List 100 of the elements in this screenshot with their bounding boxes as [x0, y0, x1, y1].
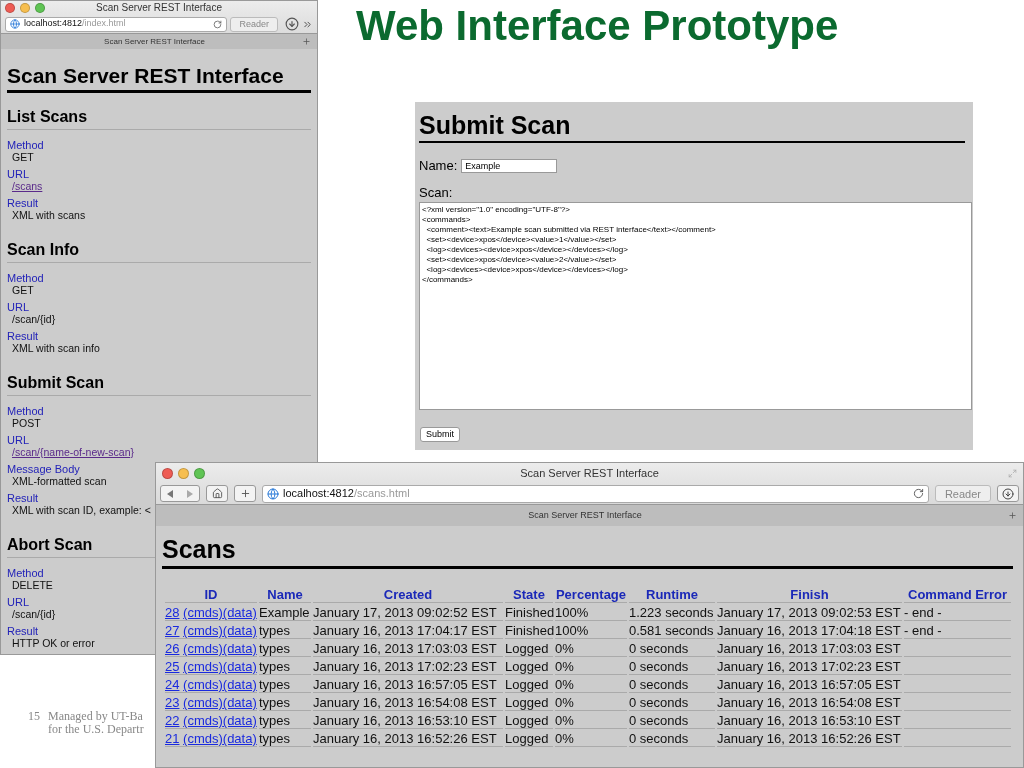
table-cell: Logged [505, 695, 553, 711]
table-cell: January 16, 2013 17:03:03 EST [313, 641, 503, 657]
window-control-icon[interactable] [178, 467, 189, 479]
table-cell: 0% [555, 695, 627, 711]
table-cell: Logged [505, 731, 553, 747]
reader-button[interactable]: Reader [934, 485, 991, 502]
field-value: /scan/{id} [12, 608, 56, 620]
column-header: Created [313, 587, 503, 603]
new-tab-icon[interactable] [1008, 511, 1017, 520]
download-button[interactable] [997, 485, 1019, 502]
url-link[interactable]: /scans [12, 180, 43, 192]
data-link[interactable]: (data) [222, 641, 257, 656]
reader-button[interactable]: Reader [230, 16, 278, 32]
cmds-link[interactable]: (cmds) [183, 659, 223, 674]
table-cell: types [259, 713, 311, 729]
section-heading: Submit Scan [7, 373, 311, 396]
data-link[interactable]: (data) [222, 731, 257, 746]
cmds-link[interactable]: (cmds) [183, 695, 223, 710]
column-header: ID [165, 587, 257, 603]
cmds-link[interactable]: (cmds) [183, 677, 223, 692]
section-heading: Scan Info [7, 240, 311, 263]
table-cell: 0 seconds [629, 641, 715, 657]
table-cell: 0 seconds [629, 731, 715, 747]
reload-icon[interactable] [912, 488, 924, 499]
forward-icon[interactable] [186, 489, 193, 498]
table-cell: types [259, 677, 311, 693]
scan-id-link[interactable]: 28 [165, 605, 180, 620]
scan-id-link[interactable]: 27 [165, 623, 180, 638]
table-cell: January 16, 2013 16:57:05 EST [717, 677, 902, 693]
column-header: Command Error [904, 587, 1011, 603]
window-title: Scan Server REST Interface [519, 466, 660, 481]
table-cell: 0 seconds [629, 659, 715, 675]
data-link[interactable]: (data) [222, 605, 257, 620]
column-header: Finish [717, 587, 902, 603]
window-control-icon[interactable] [194, 467, 205, 479]
table-cell: 0% [555, 713, 627, 729]
data-link[interactable]: (data) [222, 713, 257, 728]
scan-id-link[interactable]: 23 [165, 695, 180, 710]
scan-id-link[interactable]: 26 [165, 641, 180, 656]
table-cell: types [259, 731, 311, 747]
table-cell: types [259, 695, 311, 711]
field-label: Method [7, 139, 44, 151]
reload-icon[interactable] [213, 19, 223, 29]
download-icon[interactable] [285, 17, 299, 31]
column-header: Percentage [555, 587, 627, 603]
window-title: Scan Server REST Interface [95, 1, 223, 15]
column-header: Name [259, 587, 311, 603]
submit-button[interactable]: Submit [420, 427, 460, 442]
field-value: HTTP OK or error [12, 637, 95, 649]
field-label: Method [7, 405, 44, 417]
field-label: URL [7, 596, 29, 608]
address-field[interactable]: localhost:4812/scans.html [262, 484, 929, 503]
add-button[interactable] [234, 485, 256, 502]
field-value: XML with scan ID, example: < [12, 504, 151, 516]
table-cell: 0% [555, 641, 627, 657]
address-field[interactable]: localhost:4812/index.html [5, 16, 228, 32]
table-cell: January 16, 2013 16:52:26 EST [717, 731, 902, 747]
window-control-icon[interactable] [162, 467, 173, 479]
cmds-link[interactable]: (cmds) [183, 731, 223, 746]
table-cell: Example [259, 605, 311, 621]
table-cell: 0% [555, 659, 627, 675]
field-label: Message Body [7, 463, 80, 475]
home-button[interactable] [206, 485, 228, 502]
new-tab-icon[interactable] [302, 37, 311, 46]
scan-id-link[interactable]: 22 [165, 713, 180, 728]
back-icon[interactable] [167, 489, 174, 498]
field-value: GET [12, 284, 34, 296]
table-cell: January 17, 2013 09:02:52 EST [313, 605, 503, 621]
scan-field[interactable]: <?xml version="1.0" encoding="UTF-8"?> <commands> <comment><text>Example scan submitted via REST interface</text></comment> <set><device>xpos</device><value>1</value></set> <log><devices><device>xpos</device></devices></log> <set><device>xpos</device><value>2</value></set> <log><devices><device>xpos</device></devices></log> </commands> [419, 202, 972, 410]
field-label: URL [7, 434, 29, 446]
table-cell: January 16, 2013 17:04:17 EST [313, 623, 503, 639]
data-link[interactable]: (data) [222, 677, 257, 692]
scan-id-link[interactable]: 25 [165, 659, 180, 674]
cmds-link[interactable]: (cmds) [183, 641, 223, 656]
table-cell: 100% [555, 623, 627, 639]
data-link[interactable]: (data) [222, 659, 257, 674]
field-label: Method [7, 567, 44, 579]
name-field[interactable]: Example [461, 159, 558, 173]
table-cell: January 16, 2013 16:54:08 EST [717, 695, 902, 711]
table-cell: Finished [505, 605, 553, 621]
cmds-link[interactable]: (cmds) [183, 713, 223, 728]
table-cell: 0% [555, 731, 627, 747]
back-forward-button[interactable] [160, 485, 200, 502]
data-link[interactable]: (data) [222, 623, 257, 638]
table-cell: January 16, 2013 17:04:18 EST [717, 623, 902, 639]
page-heading: Scan Server REST Interface [7, 63, 311, 93]
cmds-link[interactable]: (cmds) [183, 605, 223, 620]
field-value: XML-formatted scan [12, 475, 107, 487]
scan-id-link[interactable]: 21 [165, 731, 180, 746]
field-value: /scan/{id} [12, 313, 56, 325]
home-icon [211, 488, 223, 499]
field-label: URL [7, 301, 29, 313]
field-label: Result [7, 330, 39, 342]
table-cell: January 16, 2013 16:57:05 EST [313, 677, 503, 693]
data-link[interactable]: (data) [222, 695, 257, 710]
url-link[interactable]: /scan/{name-of-new-scan} [12, 446, 134, 458]
cmds-link[interactable]: (cmds) [183, 623, 223, 638]
field-label: Result [7, 625, 39, 637]
scan-id-link[interactable]: 24 [165, 677, 180, 692]
globe-icon [10, 19, 20, 29]
